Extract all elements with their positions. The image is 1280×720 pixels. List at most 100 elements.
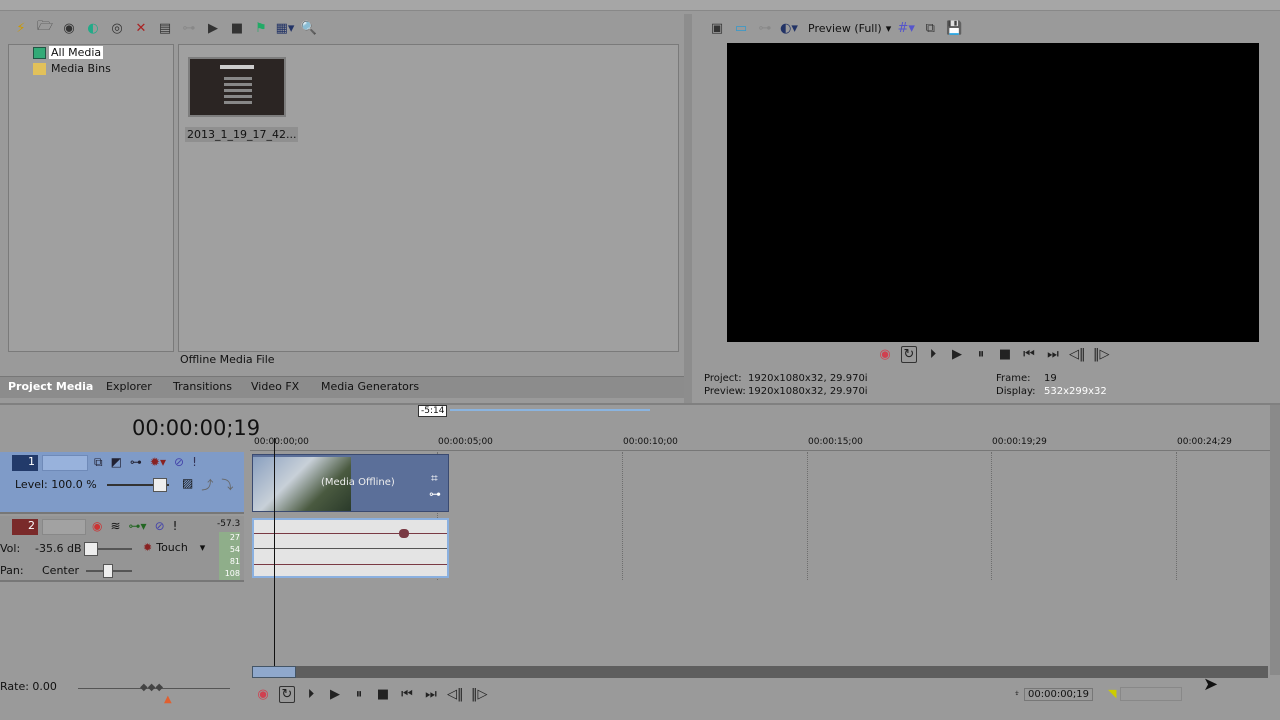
pan-label: Pan: bbox=[0, 564, 24, 577]
tab-video-fx[interactable]: Video FX bbox=[251, 380, 299, 393]
horizontal-scrollbar[interactable] bbox=[252, 666, 1268, 678]
lightning-icon[interactable]: ⚡ bbox=[12, 19, 30, 37]
fx-icon[interactable]: ⊶▾ bbox=[129, 519, 147, 533]
automation-icon[interactable]: ✹▾ bbox=[150, 455, 166, 470]
level-label: Level: 100.0 % bbox=[15, 478, 97, 491]
pause-icon[interactable]: ⏸ bbox=[973, 347, 989, 362]
mute-icon[interactable]: ⊘ bbox=[174, 455, 184, 470]
event-fx-icon[interactable]: ⊶ bbox=[429, 487, 441, 501]
meter-peak: -57.3 bbox=[217, 519, 241, 529]
parent-down-icon[interactable]: ⤵ bbox=[221, 476, 233, 493]
loop-region-bar[interactable] bbox=[450, 409, 650, 411]
auto-preview-icon[interactable]: ⚑ bbox=[252, 19, 270, 37]
event-pan-crop-icon[interactable]: ⌗ bbox=[431, 471, 438, 486]
fx-icon[interactable]: ⊶ bbox=[130, 455, 142, 470]
mouse-cursor: ➤ bbox=[1203, 674, 1219, 695]
selection-start-field[interactable]: ◥ bbox=[1108, 687, 1183, 701]
preview-quality-dropdown[interactable]: Preview (Full) ▾ bbox=[808, 22, 891, 35]
play-icon[interactable]: ▶ bbox=[327, 687, 343, 702]
split-screen-icon[interactable]: ◐▾ bbox=[780, 19, 798, 37]
ruler-label: 00:00:05;00 bbox=[438, 437, 493, 447]
record-icon[interactable]: ◉ bbox=[255, 687, 271, 702]
stop-icon[interactable]: ■ bbox=[997, 347, 1013, 362]
next-frame-icon[interactable]: ‖▷ bbox=[471, 687, 488, 702]
volume-slider[interactable] bbox=[84, 542, 132, 556]
arm-record-icon[interactable]: ◉ bbox=[92, 519, 102, 533]
next-frame-icon[interactable]: ‖▷ bbox=[1093, 347, 1110, 362]
tab-explorer[interactable]: Explorer bbox=[106, 380, 152, 393]
invert-phase-icon[interactable]: ≋ bbox=[110, 519, 120, 533]
go-to-end-icon[interactable]: ⏭ bbox=[423, 687, 439, 702]
solo-icon[interactable]: ! bbox=[192, 455, 197, 470]
automation-mode-dropdown[interactable]: ✹ Touch ▾ bbox=[143, 541, 205, 554]
compositing-icon[interactable]: ◩ bbox=[111, 455, 122, 470]
play-from-start-icon[interactable]: ⏵ bbox=[303, 687, 319, 702]
loop-icon[interactable]: ↻ bbox=[279, 686, 295, 703]
audio-track-header[interactable]: 2 ◉ ≋ ⊶▾ ⊘! -57.3 27 54 81 108 Vol: -35.6 dB ✹… bbox=[0, 516, 244, 582]
vol-label: Vol: bbox=[0, 542, 21, 555]
overlays-icon[interactable]: #▾ bbox=[897, 19, 915, 37]
ruler[interactable] bbox=[250, 433, 1270, 451]
search-media-icon[interactable]: ◎ bbox=[108, 19, 126, 37]
go-to-start-icon[interactable]: ⏮ bbox=[399, 687, 415, 702]
loop-icon[interactable]: ↻ bbox=[901, 346, 917, 363]
media-status: Offline Media File bbox=[180, 353, 275, 366]
properties-icon[interactable]: ▤ bbox=[156, 19, 174, 37]
audio-clip[interactable] bbox=[252, 518, 449, 578]
capture-icon[interactable]: ◉ bbox=[60, 19, 78, 37]
track-name-field[interactable] bbox=[42, 455, 88, 471]
media-filename[interactable]: 2013_1_19_17_42... bbox=[185, 127, 299, 142]
ruler-label: 00:00:24;29 bbox=[1177, 437, 1232, 447]
timecode-display: 00:00:00;19 bbox=[132, 416, 261, 440]
media-thumbnail[interactable] bbox=[188, 57, 286, 117]
play-from-start-icon[interactable]: ⏵ bbox=[925, 347, 941, 362]
effects-icon[interactable]: ⊶ bbox=[180, 19, 198, 37]
pause-icon[interactable]: ⏸ bbox=[351, 687, 367, 702]
go-to-start-icon[interactable]: ⏮ bbox=[1021, 347, 1037, 362]
preview-toolbar: ▣ ▭ ⊶ ◐▾ Preview (Full) ▾ #▾ ⧉ 💾 bbox=[708, 19, 963, 37]
prev-frame-icon[interactable]: ◁‖ bbox=[447, 687, 464, 702]
window-divider[interactable] bbox=[684, 14, 692, 404]
delete-icon[interactable]: ✕ bbox=[132, 19, 150, 37]
save-snapshot-icon[interactable]: 💾 bbox=[945, 19, 963, 37]
mute-icon[interactable]: ⊘ bbox=[155, 519, 165, 533]
vol-value: -35.6 dB bbox=[35, 542, 82, 555]
video-properties-icon[interactable]: ▣ bbox=[708, 19, 726, 37]
go-to-end-icon[interactable]: ⏭ bbox=[1045, 347, 1061, 362]
stop-icon[interactable]: ■ bbox=[375, 687, 391, 702]
prev-frame-icon[interactable]: ◁‖ bbox=[1069, 347, 1086, 362]
play-icon[interactable]: ▶ bbox=[204, 19, 222, 37]
solo-icon[interactable]: ! bbox=[173, 519, 178, 533]
copy-snapshot-icon[interactable]: ⧉ bbox=[921, 19, 939, 37]
zoom-icon[interactable]: 🔍 bbox=[300, 19, 318, 37]
import-media-icon[interactable]: 🗁 bbox=[36, 19, 54, 37]
video-track-header[interactable]: 1 ⧉ ◩ ⊶ ✹▾ ⊘! Level: 100.0 % ▨ ⤴ ⤵ bbox=[0, 452, 244, 514]
track-number: 1 bbox=[12, 455, 38, 471]
record-icon[interactable]: ◉ bbox=[877, 347, 893, 362]
tab-transitions[interactable]: Transitions bbox=[173, 380, 232, 393]
level-slider[interactable] bbox=[107, 478, 169, 492]
compositing-mode-icon[interactable]: ▨ bbox=[182, 476, 193, 493]
tree-item-media-bins[interactable]: Media Bins bbox=[33, 62, 113, 75]
tab-project-media[interactable]: Project Media bbox=[8, 380, 93, 393]
get-media-icon[interactable]: ◐ bbox=[84, 19, 102, 37]
track-number: 2 bbox=[12, 519, 38, 535]
playhead[interactable] bbox=[274, 438, 275, 668]
vertical-scrollbar[interactable] bbox=[1270, 405, 1280, 675]
views-icon[interactable]: ▦▾ bbox=[276, 19, 295, 37]
all-media-icon bbox=[33, 46, 46, 59]
stop-icon[interactable]: ■ bbox=[228, 19, 246, 37]
pan-slider[interactable] bbox=[86, 564, 132, 578]
tree-item-all-media[interactable]: All Media bbox=[33, 46, 104, 59]
track-name-field[interactable] bbox=[42, 519, 86, 535]
rate-label: Rate: 0.00 bbox=[0, 680, 57, 693]
rate-slider[interactable]: ◆◆◆ ▲ bbox=[78, 682, 230, 705]
play-icon[interactable]: ▶ bbox=[949, 347, 965, 362]
tab-media-generators[interactable]: Media Generators bbox=[321, 380, 419, 393]
parent-up-icon[interactable]: ⤴ bbox=[201, 476, 213, 493]
cursor-time-field[interactable]: ⍖ 00:00:00;19 bbox=[1014, 688, 1094, 701]
motion-icon[interactable]: ⧉ bbox=[94, 455, 103, 470]
fx-icon[interactable]: ⊶ bbox=[756, 19, 774, 37]
video-clip[interactable]: (Media Offline) ⌗ ⊶ bbox=[252, 454, 449, 512]
external-monitor-icon[interactable]: ▭ bbox=[732, 19, 750, 37]
